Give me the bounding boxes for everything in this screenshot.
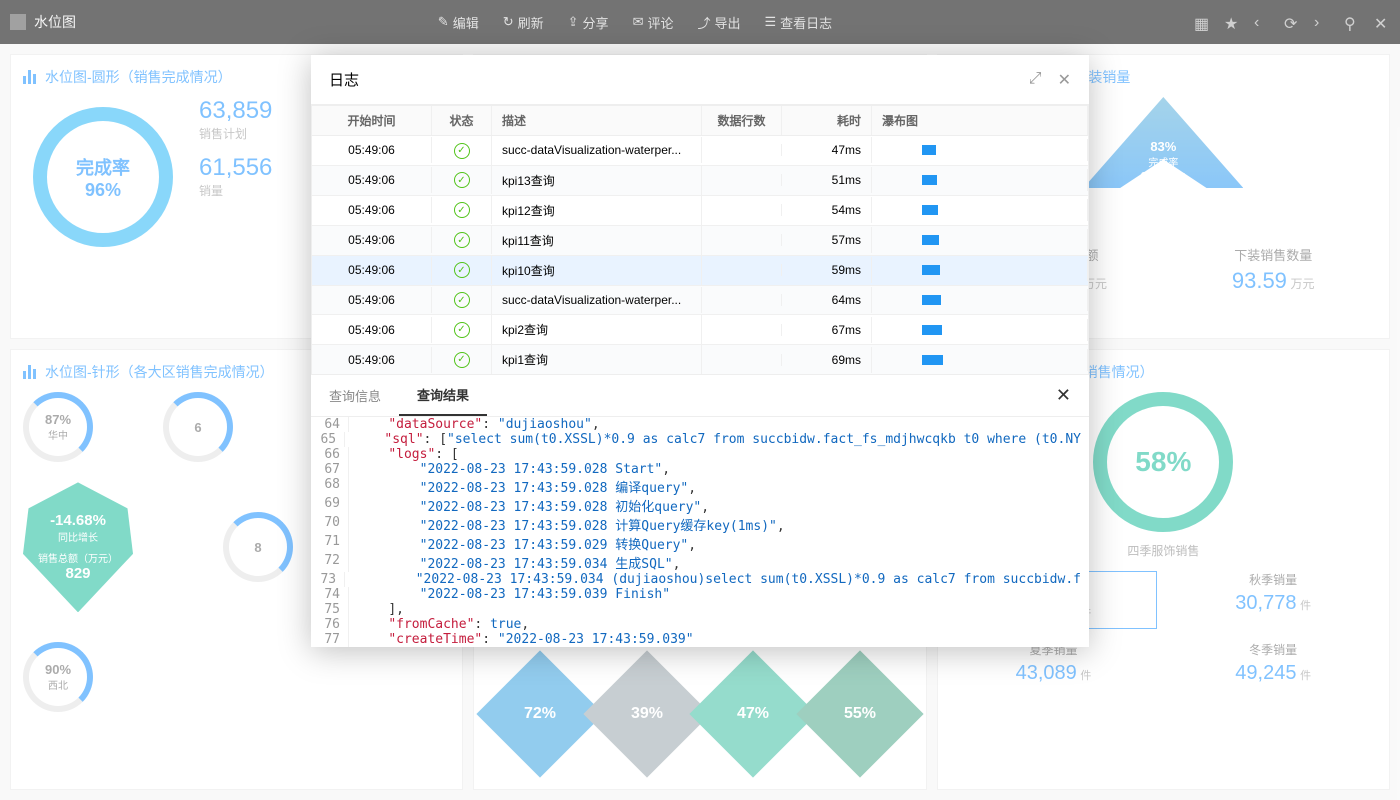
- status-ok-icon: ✓: [454, 232, 470, 248]
- cell-desc: kpi1查询: [492, 345, 702, 374]
- cell-desc: kpi12查询: [492, 196, 702, 225]
- cell-status: ✓: [432, 196, 492, 225]
- cell-desc: succ-dataVisualization-waterper...: [492, 137, 702, 163]
- cell-rows: [702, 324, 782, 336]
- code-line: 77 "createTime": "2022-08-23 17:43:59.03…: [311, 632, 1089, 647]
- cell-waterfall: [872, 199, 1088, 221]
- result-tabs: 查询信息 查询结果 ✕: [311, 375, 1089, 417]
- tab-close-icon[interactable]: ✕: [1038, 385, 1089, 406]
- cell-waterfall: [872, 349, 1088, 371]
- cell-time: 05:49:06: [312, 257, 432, 283]
- cell-time: 05:49:06: [312, 287, 432, 313]
- cell-status: ✓: [432, 345, 492, 374]
- log-row[interactable]: 05:49:06 ✓ kpi11查询 57ms: [312, 226, 1088, 256]
- cell-elapsed: 64ms: [782, 287, 872, 313]
- cell-elapsed: 51ms: [782, 167, 872, 193]
- col-rowcount: 数据行数: [702, 106, 782, 135]
- log-row[interactable]: 05:49:06 ✓ kpi10查询 59ms: [312, 256, 1088, 286]
- code-line: 71 "2022-08-23 17:43:59.029 转换Query",: [311, 534, 1089, 553]
- cell-time: 05:49:06: [312, 317, 432, 343]
- log-row[interactable]: 05:49:06 ✓ kpi1查询 69ms: [312, 345, 1088, 375]
- status-ok-icon: ✓: [454, 143, 470, 159]
- log-row[interactable]: 05:49:06 ✓ succ-dataVisualization-waterper…: [312, 136, 1088, 166]
- cell-status: ✓: [432, 136, 492, 165]
- cell-elapsed: 67ms: [782, 317, 872, 343]
- cell-desc: kpi11查询: [492, 226, 702, 255]
- col-elapsed: 耗时: [782, 106, 872, 135]
- cell-waterfall: [872, 319, 1088, 341]
- log-modal: 日志 ⤢ ✕ 开始时间 状态 描述 数据行数 耗时 瀑布图 05:49:06 ✓ s…: [311, 55, 1089, 647]
- status-ok-icon: ✓: [454, 202, 470, 218]
- code-line: 68 "2022-08-23 17:43:59.028 编译query",: [311, 477, 1089, 496]
- code-line: 69 "2022-08-23 17:43:59.028 初始化query",: [311, 496, 1089, 515]
- cell-desc: succ-dataVisualization-waterper...: [492, 287, 702, 313]
- cell-elapsed: 47ms: [782, 137, 872, 163]
- code-line: 73 "2022-08-23 17:43:59.034 (dujiaoshou)…: [311, 572, 1089, 587]
- col-waterfall: 瀑布图: [872, 106, 1088, 135]
- cell-waterfall: [872, 169, 1088, 191]
- cell-waterfall: [872, 289, 1088, 311]
- log-row[interactable]: 05:49:06 ✓ kpi2查询 67ms: [312, 315, 1088, 345]
- log-row[interactable]: 05:49:06 ✓ kpi12查询 54ms: [312, 196, 1088, 226]
- tab-query-info[interactable]: 查询信息: [311, 376, 399, 415]
- cell-desc: kpi2查询: [492, 315, 702, 344]
- cell-status: ✓: [432, 286, 492, 315]
- cell-waterfall: [872, 139, 1088, 161]
- cell-rows: [702, 264, 782, 276]
- status-ok-icon: ✓: [454, 172, 470, 188]
- cell-elapsed: 59ms: [782, 257, 872, 283]
- cell-waterfall: [872, 229, 1088, 251]
- cell-rows: [702, 144, 782, 156]
- log-table-header: 开始时间 状态 描述 数据行数 耗时 瀑布图: [312, 106, 1088, 136]
- modal-close-icon[interactable]: ✕: [1058, 70, 1071, 90]
- code-viewer[interactable]: 64 "dataSource": "dujiaoshou",65 "sql": …: [311, 417, 1089, 647]
- status-ok-icon: ✓: [454, 262, 470, 278]
- cell-time: 05:49:06: [312, 227, 432, 253]
- cell-status: ✓: [432, 166, 492, 195]
- tab-query-result[interactable]: 查询结果: [399, 375, 487, 416]
- log-row[interactable]: 05:49:06 ✓ succ-dataVisualization-waterper…: [312, 286, 1088, 316]
- cell-time: 05:49:06: [312, 197, 432, 223]
- col-description: 描述: [492, 106, 702, 135]
- col-start-time: 开始时间: [312, 106, 432, 135]
- cell-rows: [702, 354, 782, 366]
- cell-rows: [702, 294, 782, 306]
- status-ok-icon: ✓: [454, 292, 470, 308]
- cell-waterfall: [872, 259, 1088, 281]
- cell-desc: kpi10查询: [492, 256, 702, 285]
- code-line: 74 "2022-08-23 17:43:59.039 Finish": [311, 587, 1089, 602]
- cell-elapsed: 57ms: [782, 227, 872, 253]
- code-line: 76 "fromCache": true,: [311, 617, 1089, 632]
- cell-status: ✓: [432, 315, 492, 344]
- cell-time: 05:49:06: [312, 347, 432, 373]
- status-ok-icon: ✓: [454, 352, 470, 368]
- cell-time: 05:49:06: [312, 137, 432, 163]
- status-ok-icon: ✓: [454, 322, 470, 338]
- cell-rows: [702, 204, 782, 216]
- code-line: 65 "sql": ["select sum(t0.XSSL)*0.9 as c…: [311, 432, 1089, 447]
- code-line: 64 "dataSource": "dujiaoshou",: [311, 417, 1089, 432]
- cell-status: ✓: [432, 256, 492, 285]
- code-line: 66 "logs": [: [311, 447, 1089, 462]
- cell-rows: [702, 174, 782, 186]
- code-line: 67 "2022-08-23 17:43:59.028 Start",: [311, 462, 1089, 477]
- code-line: 75 ],: [311, 602, 1089, 617]
- modal-title: 日志: [329, 69, 359, 90]
- cell-rows: [702, 234, 782, 246]
- cell-elapsed: 54ms: [782, 197, 872, 223]
- cell-status: ✓: [432, 226, 492, 255]
- col-status: 状态: [432, 106, 492, 135]
- expand-icon[interactable]: ⤢: [1029, 70, 1042, 90]
- code-line: 70 "2022-08-23 17:43:59.028 计算Query缓存key…: [311, 515, 1089, 534]
- modal-overlay: 日志 ⤢ ✕ 开始时间 状态 描述 数据行数 耗时 瀑布图 05:49:06 ✓ s…: [0, 0, 1400, 800]
- cell-desc: kpi13查询: [492, 166, 702, 195]
- log-row[interactable]: 05:49:06 ✓ kpi13查询 51ms: [312, 166, 1088, 196]
- log-table: 开始时间 状态 描述 数据行数 耗时 瀑布图 05:49:06 ✓ succ-dat…: [311, 105, 1089, 375]
- code-line: 72 "2022-08-23 17:43:59.034 生成SQL",: [311, 553, 1089, 572]
- cell-elapsed: 69ms: [782, 347, 872, 373]
- cell-time: 05:49:06: [312, 167, 432, 193]
